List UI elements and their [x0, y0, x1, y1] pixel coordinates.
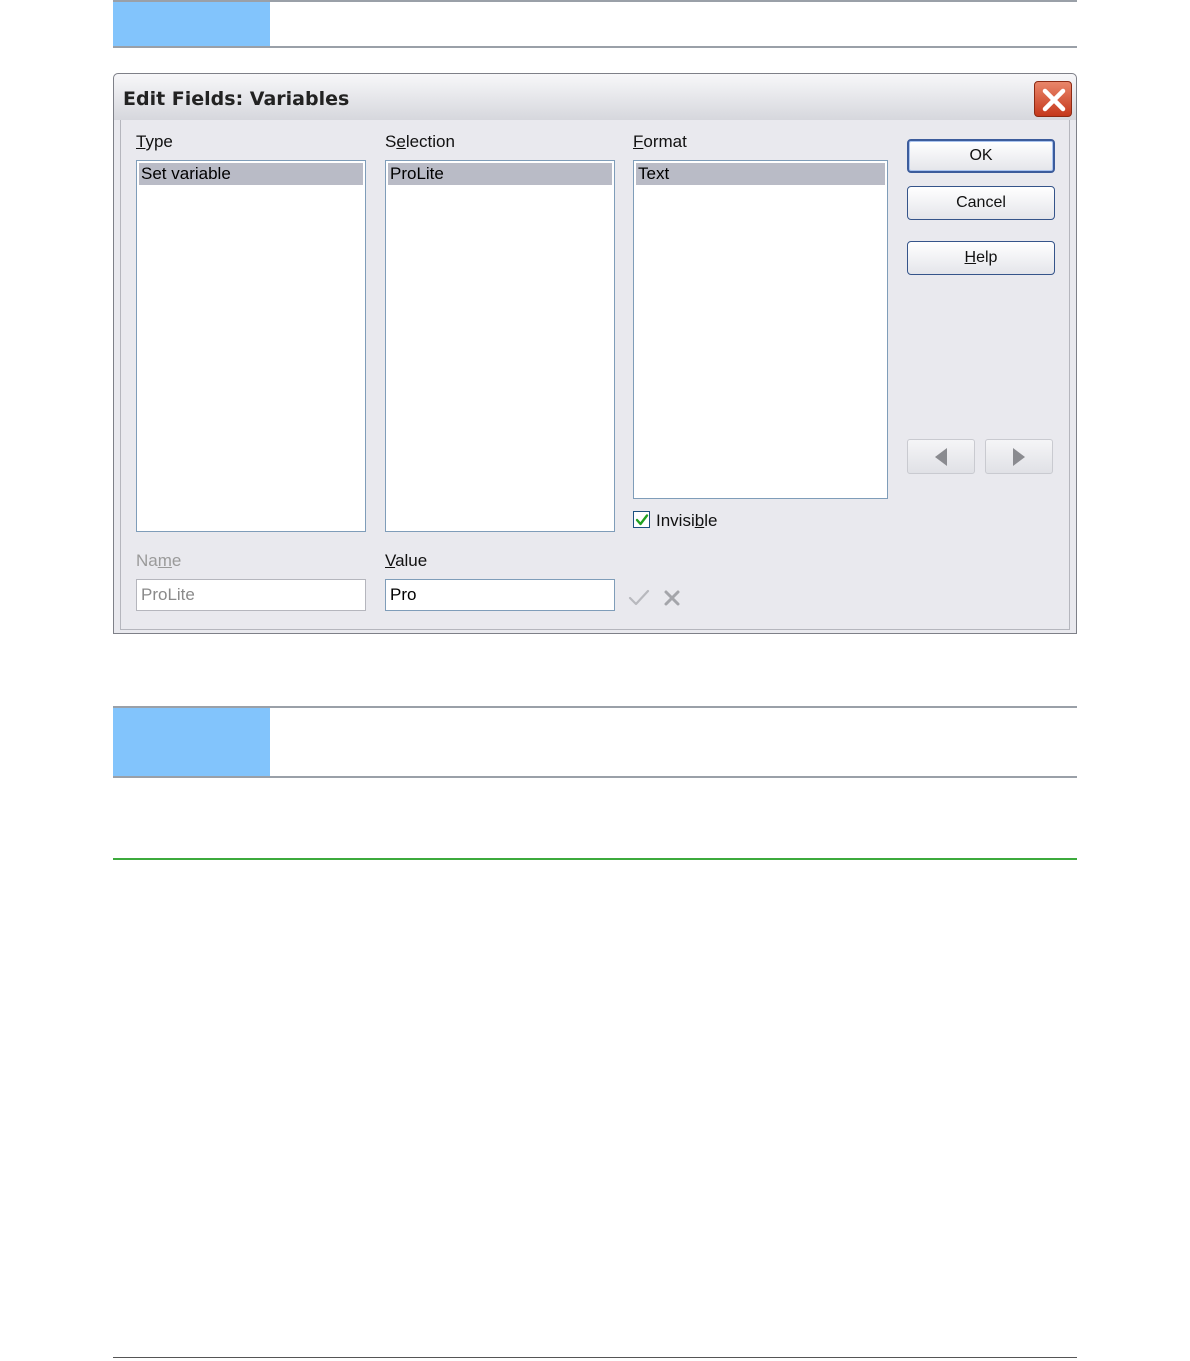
invisible-checkbox[interactable]	[633, 511, 650, 528]
ok-button[interactable]: OK	[907, 139, 1055, 173]
delete-x-icon[interactable]	[663, 589, 681, 607]
type-listbox[interactable]: Set variable	[136, 160, 366, 532]
dialog-body: Type Set variable Selection ProLite Form…	[120, 120, 1070, 630]
format-label: Format	[633, 132, 687, 151]
arrow-left-icon	[935, 448, 947, 466]
previous-button[interactable]	[907, 439, 975, 474]
edit-fields-dialog: Edit Fields: Variables Type Set variable…	[113, 73, 1077, 634]
header-band-top-rule	[113, 0, 1077, 2]
type-label: Type	[136, 132, 173, 151]
apply-checkmark-icon[interactable]	[628, 589, 650, 607]
type-list-item[interactable]: Set variable	[139, 163, 363, 185]
dialog-titlebar[interactable]: Edit Fields: Variables	[114, 74, 1076, 120]
checkmark-icon	[635, 514, 649, 526]
section-band-bottom-rule	[113, 776, 1077, 778]
selection-label: Selection	[385, 132, 455, 151]
dialog-title: Edit Fields: Variables	[123, 88, 350, 110]
footer-rule	[113, 1357, 1077, 1358]
value-label: Value	[385, 551, 428, 570]
selection-list-item[interactable]: ProLite	[388, 163, 612, 185]
format-list-item[interactable]: Text	[636, 163, 885, 185]
name-label: Name	[136, 551, 182, 570]
next-button[interactable]	[985, 439, 1053, 474]
close-button[interactable]	[1034, 81, 1072, 117]
arrow-right-icon	[1013, 448, 1025, 466]
green-divider	[113, 858, 1077, 860]
format-listbox[interactable]: Text	[633, 160, 888, 499]
help-button[interactable]: Help	[907, 241, 1055, 275]
close-icon	[1042, 88, 1066, 112]
cancel-button[interactable]: Cancel	[907, 186, 1055, 220]
invisible-label[interactable]: Invisible	[656, 511, 717, 531]
section-band-accent	[113, 706, 270, 778]
selection-listbox[interactable]: ProLite	[385, 160, 615, 532]
section-band-top-rule	[113, 706, 1077, 708]
name-field[interactable]: ProLite	[136, 579, 366, 611]
value-field[interactable]: Pro	[385, 579, 615, 611]
header-band-bottom-rule	[113, 46, 1077, 48]
header-band-accent	[113, 0, 270, 48]
